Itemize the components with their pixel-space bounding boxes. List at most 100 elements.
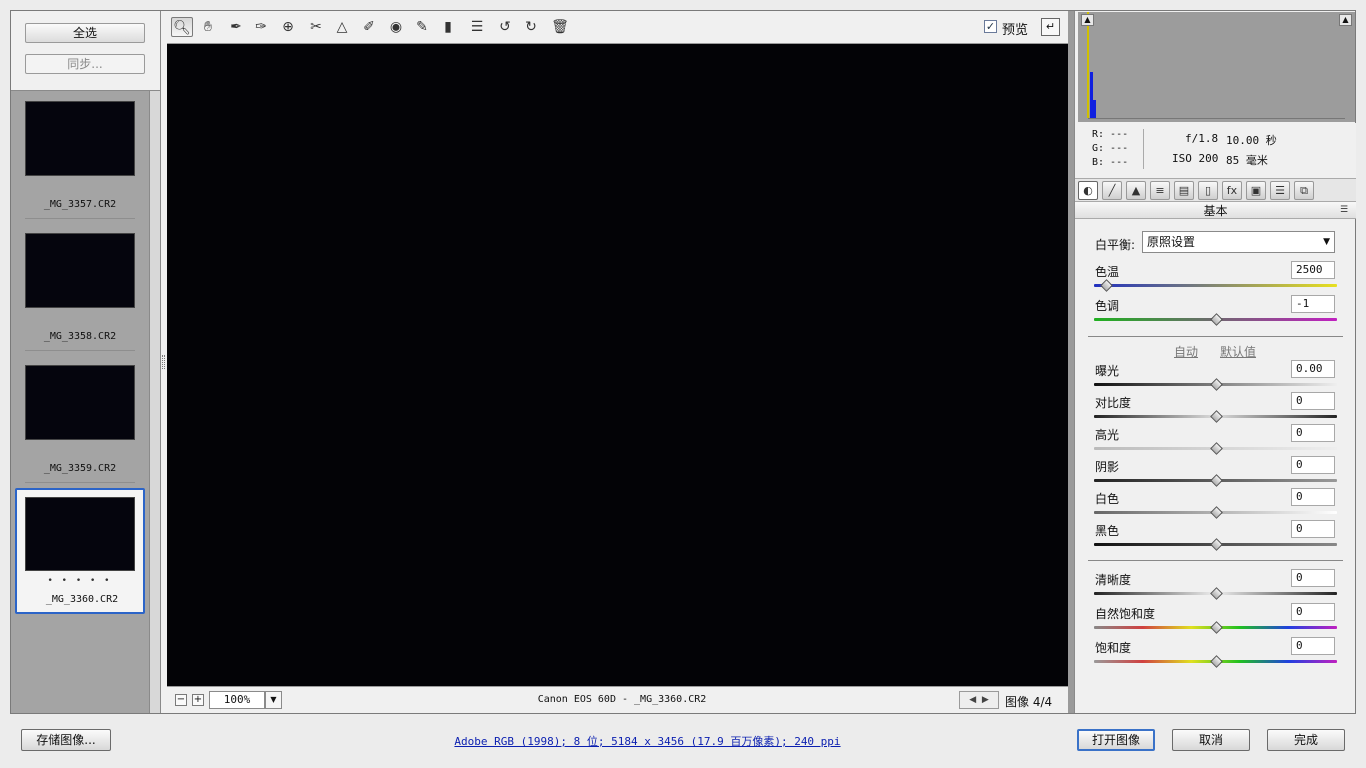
hand-icon[interactable]: ✋︎ (197, 17, 219, 37)
slider-value-field[interactable]: 0 (1291, 424, 1335, 442)
save-image-button[interactable]: 存储图像... (21, 729, 111, 751)
slider-value-field[interactable]: 2500 (1291, 261, 1335, 279)
slider-value-field[interactable]: 0 (1291, 392, 1335, 410)
slider-handle[interactable] (1209, 442, 1223, 455)
slider-handle[interactable] (1209, 655, 1223, 668)
adjustment-brush-icon[interactable]: ✎ (411, 17, 433, 37)
zoom-level-field[interactable]: 100% (209, 691, 265, 709)
slider-handle[interactable] (1100, 279, 1114, 292)
slider-label: 白色 (1095, 492, 1120, 506)
chevron-down-icon: ▼ (1323, 237, 1330, 247)
auto-link[interactable]: 自动 (1174, 343, 1198, 360)
camera-info: R: --- G: --- B: --- f/1.8 10.00 秒 ISO 2… (1075, 123, 1356, 183)
slider-handle[interactable] (1209, 378, 1223, 391)
star-rating[interactable]: • • • • • (17, 576, 143, 586)
slider-value-field[interactable]: 0 (1291, 637, 1335, 655)
slider-handle[interactable] (1209, 538, 1223, 551)
filmstrip-scrollbar[interactable] (149, 91, 160, 713)
slider-value-field[interactable]: 0 (1291, 603, 1335, 621)
thumbnail-image (25, 233, 135, 308)
thumbnail-list: _MG_3357.CR2 _MG_3358.CR2 _MG_3359.CR2 •… (11, 91, 149, 713)
thumbnail-image (25, 497, 135, 571)
shadow-clipping-icon[interactable]: ▲ (1081, 14, 1094, 26)
slider-value-field[interactable]: -1 (1291, 295, 1335, 313)
workflow-options-link[interactable]: Adobe RGB (1998); 8 位; 5184 x 3456 (17.9… (380, 733, 915, 749)
target-adjust-icon[interactable]: ⊕ (277, 17, 299, 37)
rotate-ccw-icon[interactable]: ↺ (494, 17, 516, 37)
fullscreen-toggle-icon[interactable]: ↵ (1041, 18, 1060, 36)
slider-label: 曝光 (1095, 364, 1120, 378)
graduated-filter-icon[interactable]: ▮ (437, 17, 459, 37)
white-balance-icon[interactable]: ✒ (225, 17, 247, 37)
spot-removal-icon[interactable]: ✐ (358, 17, 380, 37)
default-link[interactable]: 默认值 (1220, 343, 1256, 360)
zoom-in-button[interactable]: + (192, 694, 204, 706)
slider-handle[interactable] (1209, 587, 1223, 600)
straighten-icon[interactable]: △ (331, 17, 353, 37)
slider-value-field[interactable]: 0 (1291, 520, 1335, 538)
zoom-out-button[interactable]: − (175, 694, 187, 706)
slider-value-field[interactable]: 0 (1291, 569, 1335, 587)
preview-checkbox[interactable]: ✓ (984, 20, 997, 33)
highlight-clipping-icon[interactable]: ▲ (1339, 14, 1352, 26)
sync-button[interactable]: 同步... (25, 54, 145, 74)
image-preview[interactable] (167, 44, 1068, 686)
tab-tone-curve-icon[interactable]: ╱ (1102, 181, 1122, 200)
tab-snapshots-icon[interactable]: ⧉ (1294, 181, 1314, 200)
adjustments-panel: ▲ ▲ R: --- G: --- B: --- f/1.8 10.00 秒 I… (1074, 11, 1356, 713)
preferences-icon[interactable]: ☰ (466, 17, 488, 37)
thumbnail-item[interactable]: _MG_3359.CR2 (15, 355, 145, 483)
slider-label: 自然饱和度 (1095, 607, 1156, 621)
slider-label: 色调 (1095, 299, 1120, 313)
tab-lens-icon[interactable]: ▯ (1198, 181, 1218, 200)
preview-status-bar: − + 100% ▼ Canon EOS 60D - _MG_3360.CR2 … (167, 686, 1068, 713)
slider-label: 对比度 (1095, 396, 1132, 410)
divider (1143, 129, 1144, 169)
slider-handle[interactable] (1209, 313, 1223, 326)
histogram-marker (1087, 12, 1089, 118)
thumbnail-item-selected[interactable]: • • • • • _MG_3360.CR2 (15, 488, 145, 614)
cancel-button[interactable]: 取消 (1172, 729, 1250, 751)
b-readout: B: --- (1092, 157, 1129, 168)
done-button[interactable]: 完成 (1267, 729, 1345, 751)
slider-label: 色温 (1095, 265, 1120, 279)
panel-tabs: ◐ ╱ ▲ ≡ ▤ ▯ fx ▣ ☰ ⧉ (1075, 178, 1356, 202)
divider (1088, 336, 1343, 337)
slider-handle[interactable] (1209, 506, 1223, 519)
color-sampler-icon[interactable]: ✑ (250, 17, 272, 37)
red-eye-icon[interactable]: ◉ (385, 17, 407, 37)
white-balance-select[interactable]: 原照设置 ▼ (1142, 231, 1335, 253)
select-all-button[interactable]: 全选 (25, 23, 145, 43)
slider-handle[interactable] (1209, 474, 1223, 487)
histogram-axis (1088, 118, 1345, 119)
thumbnail-filename: _MG_3360.CR2 (45, 594, 119, 605)
chevron-down-icon[interactable]: ▼ (265, 691, 282, 709)
slider-value-field[interactable]: 0 (1291, 456, 1335, 474)
thumbnail-item[interactable]: _MG_3358.CR2 (15, 223, 145, 351)
slider-track[interactable] (1094, 284, 1337, 287)
tab-camera-calibration-icon[interactable]: ▣ (1246, 181, 1266, 200)
panel-menu-icon[interactable]: ☰ (1340, 205, 1348, 215)
zoom-icon[interactable]: 🔍︎ (171, 17, 193, 37)
slider-value-field[interactable]: 0 (1291, 488, 1335, 506)
rotate-cw-icon[interactable]: ↻ (520, 17, 542, 37)
thumbnail-filename: _MG_3357.CR2 (43, 199, 117, 210)
tab-detail-icon[interactable]: ▲ (1126, 181, 1146, 200)
tab-split-toning-icon[interactable]: ▤ (1174, 181, 1194, 200)
open-image-button[interactable]: 打开图像 (1077, 729, 1155, 751)
slider-handle[interactable] (1209, 621, 1223, 634)
slider-handle[interactable] (1209, 410, 1223, 423)
splitter-grip-icon[interactable] (162, 355, 165, 369)
image-nav-arrows[interactable]: ◀ ▶ (959, 691, 999, 709)
tab-effects-icon[interactable]: fx (1222, 181, 1242, 200)
image-count: 图像 4/4 (1005, 695, 1053, 709)
tab-basic-icon[interactable]: ◐ (1078, 181, 1098, 200)
section-title: 基本 (1075, 202, 1356, 219)
trash-icon[interactable]: 🗑︎ (549, 17, 571, 37)
image-caption: Canon EOS 60D - _MG_3360.CR2 (537, 694, 707, 705)
tab-presets-icon[interactable]: ☰ (1270, 181, 1290, 200)
tab-hsl-icon[interactable]: ≡ (1150, 181, 1170, 200)
crop-icon[interactable]: ✂ (305, 17, 327, 37)
slider-value-field[interactable]: 0.00 (1291, 360, 1335, 378)
thumbnail-item[interactable]: _MG_3357.CR2 (15, 91, 145, 219)
